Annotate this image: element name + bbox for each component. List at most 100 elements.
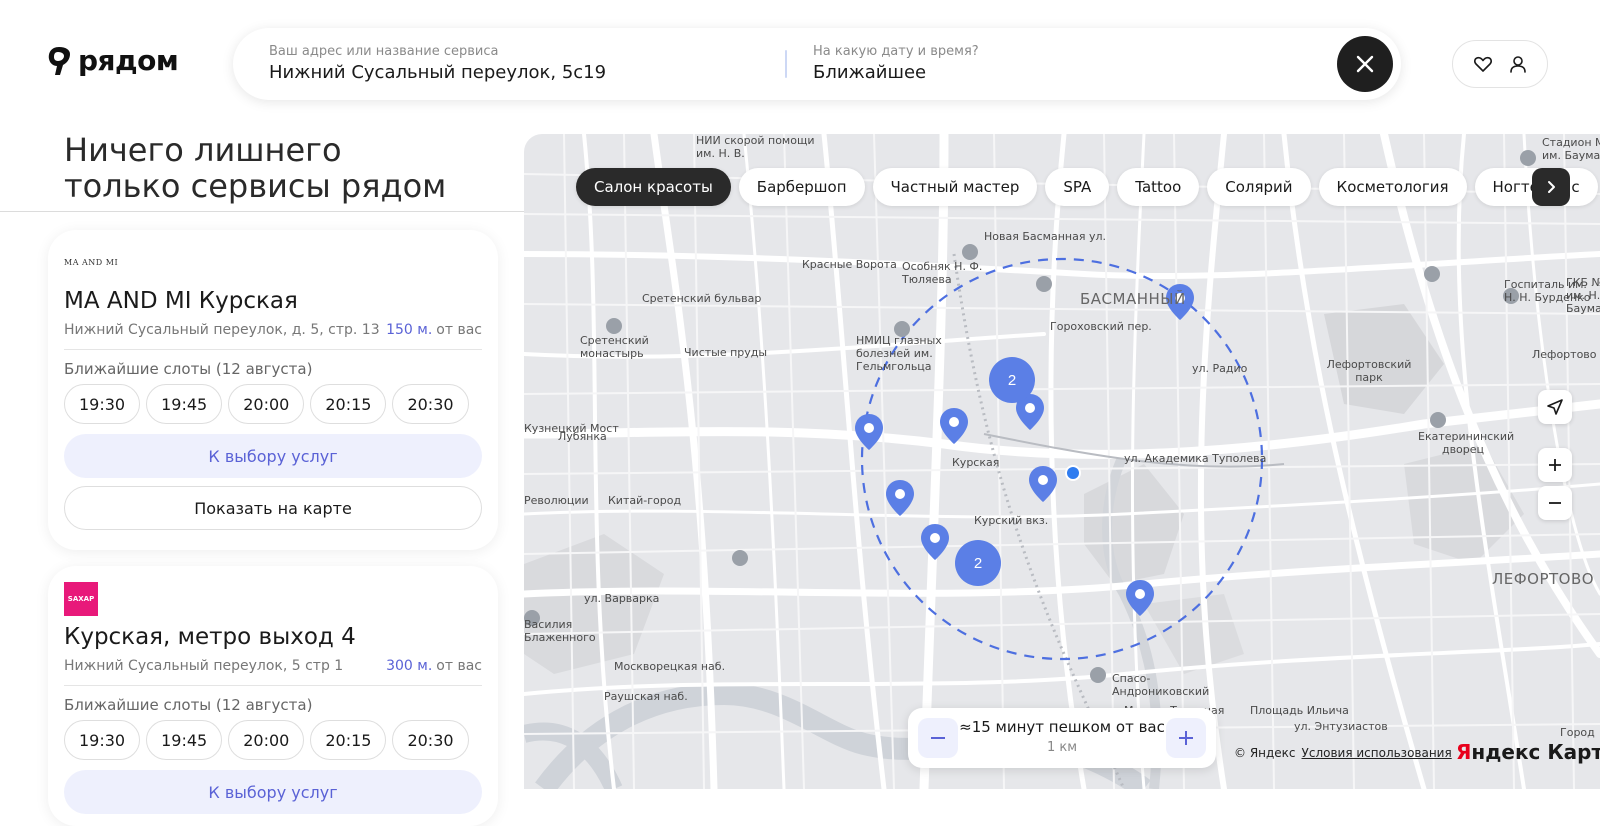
chip-barbershop[interactable]: Барбершоп	[738, 168, 865, 206]
chip-salon[interactable]: Салон красоты	[576, 168, 731, 206]
terms-link[interactable]: Условия использования	[1302, 746, 1452, 760]
headline-line-2: только сервисы рядом	[64, 167, 447, 205]
chevron-right-icon	[1548, 181, 1555, 193]
cluster-count: 2	[1008, 372, 1016, 389]
date-label: На какую дату и время?	[813, 44, 979, 59]
zoom-in-button[interactable]	[1538, 448, 1572, 482]
headline-line-1: Ничего лишнего	[64, 131, 342, 169]
profile-button[interactable]	[1506, 52, 1530, 76]
search-bar: Ваш адрес или название сервиса Нижний Су…	[233, 28, 1401, 100]
yandex-logo-letter: Я	[1456, 740, 1472, 764]
chip-spa[interactable]: SPA	[1045, 168, 1110, 206]
map-label: Кузнецкий Мост	[524, 422, 619, 435]
map-pin[interactable]	[940, 408, 968, 444]
show-on-map-button[interactable]: Показать на карте	[64, 486, 482, 530]
map-label: Курский вкз.	[974, 514, 1049, 527]
page-headline: Ничего лишнего только сервисы рядом	[64, 132, 446, 204]
time-slot[interactable]: 20:15	[310, 384, 387, 424]
map-label: НМИЦ глазных болезней им. Гельмгольца	[856, 334, 942, 373]
slots-label: Ближайшие слоты (12 августа)	[64, 360, 313, 378]
map-label: Василия Блаженного	[524, 618, 596, 644]
service-card[interactable]: SAXAP Курская, метро выход 4 Нижний Суса…	[48, 566, 498, 826]
address-label: Ваш адрес или название сервиса	[269, 44, 499, 59]
minus-icon	[1549, 502, 1561, 504]
map-copyright: © Яндекс Условия использования	[1234, 746, 1452, 760]
chip-private-master[interactable]: Частный мастер	[872, 168, 1038, 206]
map-label: Лефортовский парк	[1326, 358, 1412, 384]
card-distance: 150 м. от вас	[386, 322, 482, 338]
address-input[interactable]: Нижний Сусальный переулок, 5с19	[269, 62, 749, 83]
locate-button[interactable]	[1538, 390, 1572, 424]
time-slot[interactable]: 20:00	[228, 720, 305, 760]
user-actions	[1452, 40, 1548, 88]
time-slot[interactable]: 19:45	[146, 720, 223, 760]
time-slot[interactable]: 20:30	[392, 384, 469, 424]
map-label: ул. Академика Туполева	[1124, 452, 1267, 465]
yandex-maps-logo[interactable]: Яндекс Карты	[1456, 740, 1600, 764]
card-title[interactable]: MA AND MI Курская	[64, 288, 298, 314]
map-label: Чистые пруды	[684, 346, 768, 359]
map-label: Сретенский бульвар	[642, 292, 762, 305]
map-label: ЛЕФОРТОВО	[1492, 570, 1595, 588]
header: рядом Ваш адрес или название сервиса Ниж…	[0, 0, 1600, 130]
map-pin[interactable]	[921, 524, 949, 560]
date-input[interactable]: Ближайшее	[813, 62, 1293, 83]
close-icon	[1356, 55, 1374, 73]
map-label: ул. Энтузиастов	[1294, 720, 1388, 733]
map-label: Екатерининский дворец	[1418, 430, 1515, 456]
logo-mark-icon	[48, 46, 70, 75]
map-label: Китай-город	[608, 494, 682, 507]
card-address: Нижний Сусальный переулок, 5 стр 1	[64, 658, 344, 674]
chip-solarium[interactable]: Солярий	[1207, 168, 1311, 206]
category-chips: Салон красоты Барбершоп Частный мастер S…	[576, 168, 1598, 206]
map-label: Москворецкая наб.	[614, 660, 726, 673]
map-label: Спасо-Андрониковский	[1112, 672, 1210, 698]
map-label: ул. Варварка	[584, 592, 660, 605]
card-separator	[64, 349, 482, 350]
service-card[interactable]: MA AND MI MA AND MI Курская Нижний Сусал…	[48, 230, 498, 550]
map-label: Раушская наб.	[604, 690, 688, 703]
date-field[interactable]: На какую дату и время? Ближайшее	[813, 44, 1293, 83]
chip-tattoo[interactable]: Tattoo	[1117, 168, 1200, 206]
logo-text: рядом	[78, 44, 179, 77]
time-slot[interactable]: 19:30	[64, 720, 141, 760]
map[interactable]: 2 2 НИИ скорой помощи им. Н. В. Стадион …	[524, 134, 1600, 789]
chip-cosmetology[interactable]: Косметология	[1318, 168, 1467, 206]
time-slot[interactable]: 19:45	[146, 384, 223, 424]
walk-radius-control: ≈15 минут пешком от вас 1 км	[908, 708, 1216, 768]
map-label: Лефортово	[1532, 348, 1597, 361]
map-label: ГКБ № 29 им. Н. Э. Баумана	[1566, 276, 1600, 315]
map-label: ул. Радио	[1192, 362, 1248, 375]
favorites-button[interactable]	[1471, 52, 1495, 76]
choose-services-button[interactable]: К выбору услуг	[64, 434, 482, 478]
app-logo[interactable]: рядом	[46, 44, 179, 77]
map-label: Новая Басманная ул.	[984, 230, 1106, 243]
navigation-arrow-icon	[1547, 399, 1563, 415]
map-label: НИИ скорой помощи им. Н. В.	[696, 134, 815, 160]
map-label: Сретенский монастырь	[580, 334, 649, 360]
distance-value: 300 м.	[386, 658, 433, 674]
map-label: Революции	[524, 494, 589, 507]
map-label: Курская	[952, 456, 1000, 469]
map-pin[interactable]	[855, 414, 883, 450]
slots-list: 19:30 19:45 20:00 20:15 20:30	[64, 384, 469, 424]
plus-icon	[1549, 459, 1561, 471]
copyright-text: © Яндекс	[1234, 746, 1296, 760]
user-icon	[1509, 56, 1526, 73]
slots-label: Ближайшие слоты (12 августа)	[64, 696, 313, 714]
zoom-out-button[interactable]	[1538, 486, 1572, 520]
time-slot[interactable]: 20:00	[228, 384, 305, 424]
choose-services-button[interactable]: К выбору услуг	[64, 770, 482, 814]
time-slot[interactable]: 20:15	[310, 720, 387, 760]
cluster-count: 2	[974, 555, 982, 572]
distance-value: 150 м.	[386, 322, 433, 338]
time-slot[interactable]: 19:30	[64, 384, 141, 424]
card-title[interactable]: Курская, метро выход 4	[64, 624, 356, 650]
address-field[interactable]: Ваш адрес или название сервиса Нижний Су…	[269, 44, 749, 83]
chips-next-button[interactable]	[1532, 168, 1570, 206]
time-slot[interactable]: 20:30	[392, 720, 469, 760]
clear-search-button[interactable]	[1337, 36, 1393, 92]
map-pin[interactable]	[886, 480, 914, 516]
radius-increase-button[interactable]	[1166, 718, 1206, 758]
map-label: Стадион МГТУ им. Баумана	[1542, 136, 1600, 162]
